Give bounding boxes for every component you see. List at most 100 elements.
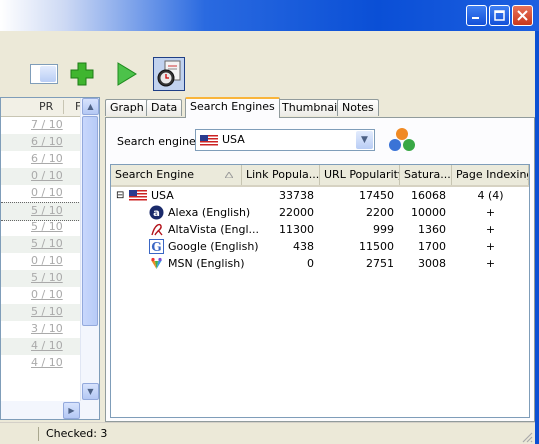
sort-asc-icon — [225, 172, 233, 178]
status-bar: Checked: 3 — [0, 422, 535, 444]
list-item[interactable]: 0 / 10 — [1, 253, 81, 270]
app-window: PR F 7 / 10 6 / 10 6 / 10 0 / 10 0 / 10 … — [0, 0, 539, 444]
list-item[interactable]: 3 / 10 — [1, 321, 81, 338]
list-item[interactable]: 4 / 10 — [1, 355, 81, 372]
checked-count: Checked: 3 — [46, 427, 108, 440]
table-row[interactable]: G Google (English) 438 11500 1700 + — [111, 238, 529, 255]
list-item[interactable]: 6 / 10 — [1, 134, 81, 151]
tab-search-engines[interactable]: Search Engines — [185, 97, 280, 118]
link-popularity-value: 0 — [307, 257, 314, 270]
list-item[interactable]: 5 / 10 — [1, 270, 81, 287]
search-engine-select[interactable]: USA ▼ — [195, 129, 375, 151]
column-header-url-popularity[interactable]: URL Popularity — [320, 165, 400, 185]
play-icon — [117, 62, 137, 86]
tab-graph[interactable]: Graph — [105, 99, 149, 116]
url-popularity-value: 999 — [373, 223, 394, 236]
add-button[interactable] — [66, 57, 98, 91]
list-item[interactable]: 5 / 10 — [1, 236, 81, 253]
saturation-value: 1700 — [418, 240, 446, 253]
engine-name: MSN (English) — [168, 257, 245, 270]
table-row[interactable]: MSN (English) 0 2751 3008 + — [111, 255, 529, 272]
us-flag-icon — [200, 135, 218, 146]
us-flag-icon — [129, 190, 147, 201]
table-header: Search Engine Link Popula... URL Popular… — [111, 165, 529, 187]
collapse-icon[interactable]: ⊟ — [116, 187, 124, 204]
link-popularity-value: 438 — [293, 240, 314, 253]
engine-name: USA — [151, 189, 174, 202]
list-item[interactable]: 0 / 10 — [1, 168, 81, 185]
tab-data[interactable]: Data — [146, 99, 183, 116]
site-list-header: PR F — [1, 98, 81, 117]
svg-text:G: G — [151, 240, 161, 254]
alexa-icon: a — [149, 205, 164, 220]
list-item[interactable]: 4 / 10 — [1, 338, 81, 355]
engine-groups-icon — [389, 128, 415, 151]
scroll-down-button[interactable]: ▼ — [82, 383, 99, 400]
site-list[interactable]: PR F 7 / 10 6 / 10 6 / 10 0 / 10 0 / 10 … — [0, 97, 100, 420]
list-item[interactable]: 7 / 10 — [1, 117, 81, 134]
toolbar-combo[interactable] — [30, 64, 58, 84]
search-engine-table[interactable]: Search Engine Link Popula... URL Popular… — [110, 164, 530, 418]
saturation-value: 1360 — [418, 223, 446, 236]
saturation-value: 16068 — [411, 189, 446, 202]
table-row[interactable]: AltaVista (Engl... 11300 999 1360 + — [111, 221, 529, 238]
run-button[interactable] — [110, 57, 142, 91]
minimize-icon — [472, 17, 479, 19]
link-popularity-value: 22000 — [279, 206, 314, 219]
column-header-search-engine[interactable]: Search Engine — [111, 165, 242, 185]
page-indexing-value: + — [485, 223, 496, 236]
clock-document-icon — [157, 60, 181, 87]
scroll-right-button[interactable]: ▶ — [63, 402, 80, 419]
list-item[interactable]: 0 / 10 — [1, 287, 81, 304]
engine-name: Alexa (English) — [168, 206, 251, 219]
saturation-value: 10000 — [411, 206, 446, 219]
altavista-icon — [151, 223, 163, 236]
close-icon — [517, 10, 528, 21]
google-icon: G — [149, 239, 164, 254]
url-popularity-value: 2200 — [366, 206, 394, 219]
table-row[interactable]: a Alexa (English) 22000 2200 10000 + — [111, 204, 529, 221]
url-popularity-value: 17450 — [359, 189, 394, 202]
horizontal-scrollbar[interactable]: ▶ — [1, 401, 99, 419]
list-item[interactable]: 6 / 10 — [1, 151, 81, 168]
page-indexing-value: + — [485, 257, 496, 270]
search-engine-label: Search engine — [117, 135, 196, 148]
saturation-value: 3008 — [418, 257, 446, 270]
minimize-button[interactable] — [466, 5, 487, 26]
engine-groups-button[interactable] — [386, 124, 418, 154]
toolbar — [0, 31, 535, 97]
svg-text:a: a — [153, 208, 160, 219]
column-header-pr[interactable]: PR — [39, 100, 53, 113]
column-header-page-indexing[interactable]: Page Indexing — [452, 165, 529, 185]
window-frame — [535, 31, 539, 444]
tab-notes[interactable]: Notes — [337, 99, 379, 116]
page-indexing-value: + — [485, 240, 496, 253]
table-row[interactable]: ⊟ USA 33738 17450 16068 4 (4) — [111, 187, 529, 204]
link-popularity-value: 33738 — [279, 189, 314, 202]
chevron-down-icon[interactable]: ▼ — [356, 131, 373, 149]
list-item[interactable]: 5 / 10 — [1, 219, 81, 236]
column-header-link-popularity[interactable]: Link Popula... — [242, 165, 320, 185]
chevron-down-icon — [40, 66, 56, 82]
column-header-saturation[interactable]: Satura... — [400, 165, 452, 185]
close-button[interactable] — [512, 5, 533, 26]
vertical-scrollbar[interactable]: ▲ ▼ — [80, 98, 99, 419]
scheduler-button[interactable] — [153, 57, 185, 91]
client-area: PR F 7 / 10 6 / 10 6 / 10 0 / 10 0 / 10 … — [0, 31, 535, 444]
resize-grip-icon[interactable] — [521, 431, 533, 443]
list-item[interactable]: 5 / 10 — [1, 304, 81, 321]
plus-icon — [70, 62, 94, 86]
link-popularity-value: 11300 — [279, 223, 314, 236]
status-separator — [38, 427, 39, 441]
tab-thumbnail[interactable]: Thumbnail — [277, 99, 346, 116]
url-popularity-value: 2751 — [366, 257, 394, 270]
scrollbar-thumb[interactable] — [82, 116, 98, 326]
page-indexing-value: + — [485, 206, 496, 219]
title-bar[interactable] — [0, 0, 539, 31]
msn-icon — [151, 257, 162, 269]
page-indexing-value: 4 (4) — [477, 189, 504, 202]
search-engines-panel: Search engine USA ▼ Search Engine Link P… — [105, 117, 535, 422]
scroll-up-button[interactable]: ▲ — [82, 98, 99, 115]
list-item[interactable]: 0 / 10 — [1, 185, 81, 202]
maximize-button[interactable] — [489, 5, 510, 26]
